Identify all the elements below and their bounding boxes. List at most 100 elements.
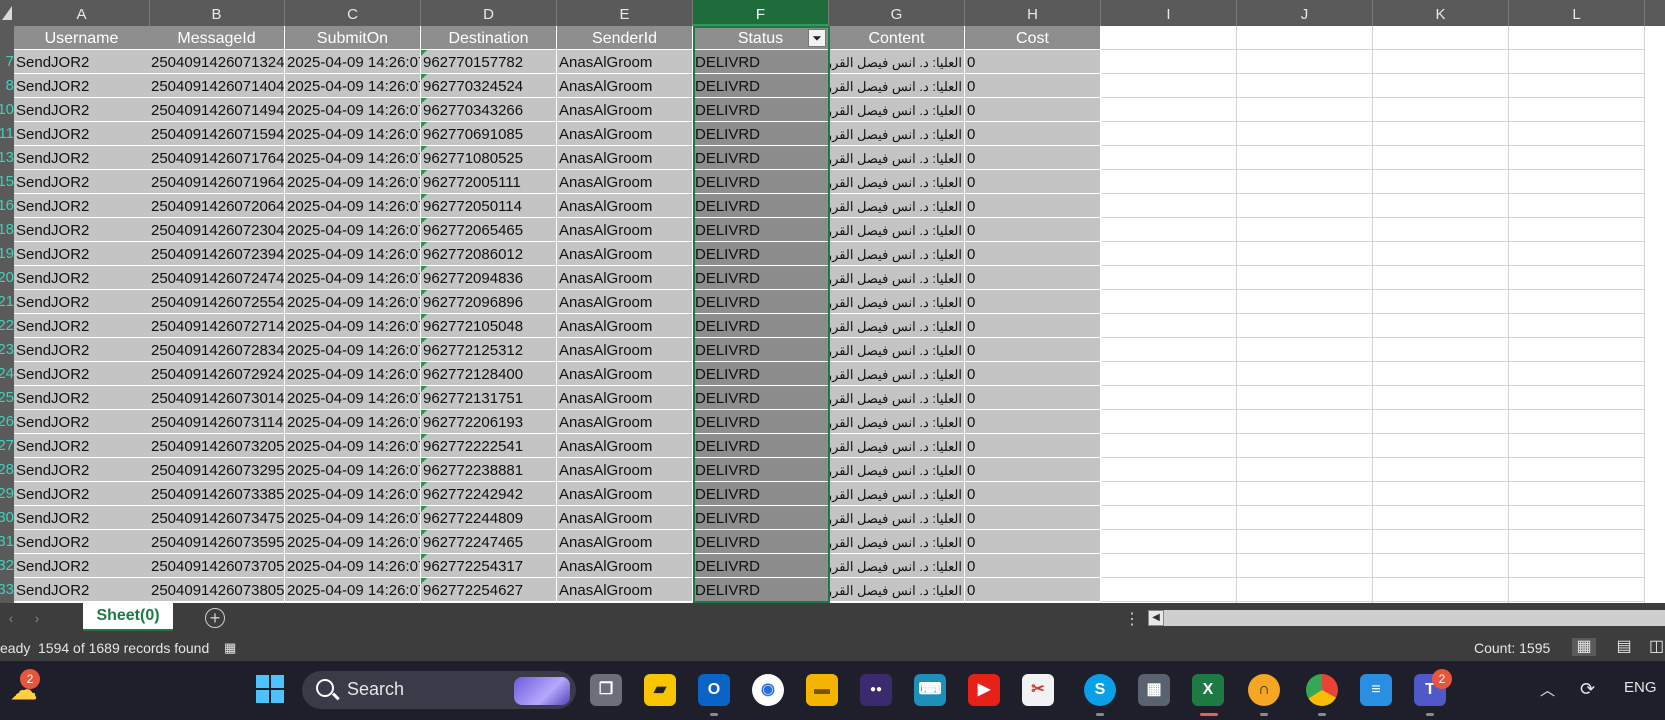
header-cell[interactable]: MessageId [149, 26, 285, 50]
table-cell[interactable]: العليا: د. انس فيصل القروم [829, 98, 965, 122]
table-cell[interactable]: 962772131751 [421, 386, 557, 410]
table-cell[interactable]: العليا: د. انس فيصل القروم [829, 266, 965, 290]
table-cell[interactable]: العليا: د. انس فيصل القروم [829, 290, 965, 314]
table-cell[interactable]: SendJOR2 [14, 554, 150, 578]
empty-cell[interactable] [1237, 506, 1373, 530]
table-cell[interactable]: AnasAlGroom [557, 146, 693, 170]
empty-cell[interactable] [1101, 434, 1237, 458]
column-letter-a[interactable]: A [14, 0, 150, 26]
table-cell[interactable]: DELIVRD [693, 386, 829, 410]
task-view-icon[interactable]: ❐ [590, 674, 622, 706]
table-cell[interactable]: 962770343266 [421, 98, 557, 122]
column-letter-k[interactable]: K [1373, 0, 1509, 26]
empty-cell[interactable] [1101, 410, 1237, 434]
row-number[interactable]: 19 [0, 242, 14, 266]
table-cell[interactable]: 250409142607206440 [149, 194, 285, 218]
table-cell[interactable]: العليا: د. انس فيصل القروم [829, 218, 965, 242]
row-number[interactable]: 11 [0, 122, 14, 146]
table-cell[interactable]: 2025-04-09 14:26:07 [285, 170, 421, 194]
table-cell[interactable]: AnasAlGroom [557, 530, 693, 554]
table-cell[interactable]: 0 [965, 242, 1101, 266]
empty-cell[interactable] [1101, 266, 1237, 290]
empty-cell[interactable] [1509, 578, 1645, 602]
table-cell[interactable]: DELIVRD [693, 218, 829, 242]
empty-cell[interactable] [1237, 266, 1373, 290]
calculator-icon[interactable]: ▦ [1138, 674, 1170, 706]
horizontal-scrollbar[interactable]: ◀ [1148, 610, 1665, 626]
empty-cell[interactable] [1373, 218, 1509, 242]
empty-cell[interactable] [1373, 242, 1509, 266]
table-cell[interactable]: SendJOR2 [14, 410, 150, 434]
table-cell[interactable]: 250409142607301490 [149, 386, 285, 410]
chrome-icon[interactable] [1306, 674, 1338, 706]
table-cell[interactable]: 2025-04-09 14:26:07 [285, 530, 421, 554]
empty-cell[interactable] [1373, 266, 1509, 290]
excel-icon[interactable]: X [1192, 674, 1224, 706]
table-cell[interactable]: 250409142607271470 [149, 314, 285, 338]
row-number[interactable]: 20 [0, 266, 14, 290]
row-number[interactable]: 18 [0, 218, 14, 242]
row-number[interactable]: 7 [0, 50, 14, 74]
empty-cell[interactable] [1237, 218, 1373, 242]
empty-cell[interactable] [1509, 530, 1645, 554]
table-cell[interactable]: 0 [965, 122, 1101, 146]
table-cell[interactable]: العليا: د. انس فيصل القروم [829, 170, 965, 194]
column-letter-g[interactable]: G [829, 0, 965, 26]
empty-cell[interactable] [1237, 74, 1373, 98]
table-cell[interactable]: العليا: د. انس فيصل القروم [829, 242, 965, 266]
empty-cell[interactable] [1509, 482, 1645, 506]
table-cell[interactable]: 2025-04-09 14:26:07 [285, 98, 421, 122]
table-cell[interactable]: 0 [965, 74, 1101, 98]
table-cell[interactable]: SendJOR2 [14, 578, 150, 602]
table-cell[interactable]: العليا: د. انس فيصل القروم [829, 146, 965, 170]
table-cell[interactable]: AnasAlGroom [557, 482, 693, 506]
table-cell[interactable]: 962772086012 [421, 242, 557, 266]
empty-cell[interactable] [1509, 506, 1645, 530]
table-cell[interactable]: 2025-04-09 14:26:07 [285, 506, 421, 530]
table-cell[interactable]: 0 [965, 338, 1101, 362]
empty-cell[interactable] [1373, 530, 1509, 554]
table-cell[interactable]: AnasAlGroom [557, 170, 693, 194]
table-cell[interactable]: 962771080525 [421, 146, 557, 170]
empty-cell[interactable] [1101, 530, 1237, 554]
empty-cell[interactable] [1101, 218, 1237, 242]
table-cell[interactable]: AnasAlGroom [557, 122, 693, 146]
empty-cell[interactable] [1373, 194, 1509, 218]
table-cell[interactable]: 2025-04-09 14:26:07 [285, 482, 421, 506]
table-cell[interactable]: 2025-04-09 14:26:07 [285, 338, 421, 362]
table-cell[interactable]: العليا: د. انس فيصل القروم [829, 74, 965, 98]
table-cell[interactable]: 250409142607370520 [149, 554, 285, 578]
empty-cell[interactable] [1101, 122, 1237, 146]
notepad-icon[interactable]: ≡ [1360, 674, 1392, 706]
empty-cell[interactable] [1373, 458, 1509, 482]
table-cell[interactable]: 250409142607176430 [149, 146, 285, 170]
table-cell[interactable]: 0 [965, 170, 1101, 194]
scroll-left-icon[interactable]: ◀ [1148, 610, 1164, 626]
table-cell[interactable]: 2025-04-09 14:26:07 [285, 50, 421, 74]
table-cell[interactable]: 250409142607159420 [149, 122, 285, 146]
table-cell[interactable]: AnasAlGroom [557, 362, 693, 386]
row-number[interactable]: 30 [0, 506, 14, 530]
table-cell[interactable]: AnasAlGroom [557, 74, 693, 98]
table-cell[interactable]: AnasAlGroom [557, 194, 693, 218]
table-cell[interactable]: SendJOR2 [14, 170, 150, 194]
table-cell[interactable]: 2025-04-09 14:26:07 [285, 386, 421, 410]
empty-cell[interactable] [1237, 314, 1373, 338]
empty-cell[interactable] [1373, 74, 1509, 98]
row-number[interactable]: 33 [0, 578, 14, 602]
empty-cell[interactable] [1101, 506, 1237, 530]
table-cell[interactable]: العليا: د. انس فيصل القروم [829, 386, 965, 410]
table-cell[interactable]: العليا: د. انس فيصل القروم [829, 578, 965, 602]
table-cell[interactable]: 962772094836 [421, 266, 557, 290]
empty-cell[interactable] [1373, 482, 1509, 506]
header-cell[interactable]: Status ⏷ [693, 26, 829, 50]
table-cell[interactable]: 962772128400 [421, 362, 557, 386]
empty-cell[interactable] [1373, 386, 1509, 410]
normal-view-icon[interactable]: ▦ [1572, 638, 1596, 656]
empty-cell[interactable] [1509, 434, 1645, 458]
table-cell[interactable]: AnasAlGroom [557, 314, 693, 338]
empty-cell[interactable] [1373, 578, 1509, 602]
table-cell[interactable]: 2025-04-09 14:26:07 [285, 314, 421, 338]
table-cell[interactable]: العليا: د. انس فيصل القروم [829, 530, 965, 554]
page-layout-view-icon[interactable]: ▤ [1612, 638, 1636, 656]
